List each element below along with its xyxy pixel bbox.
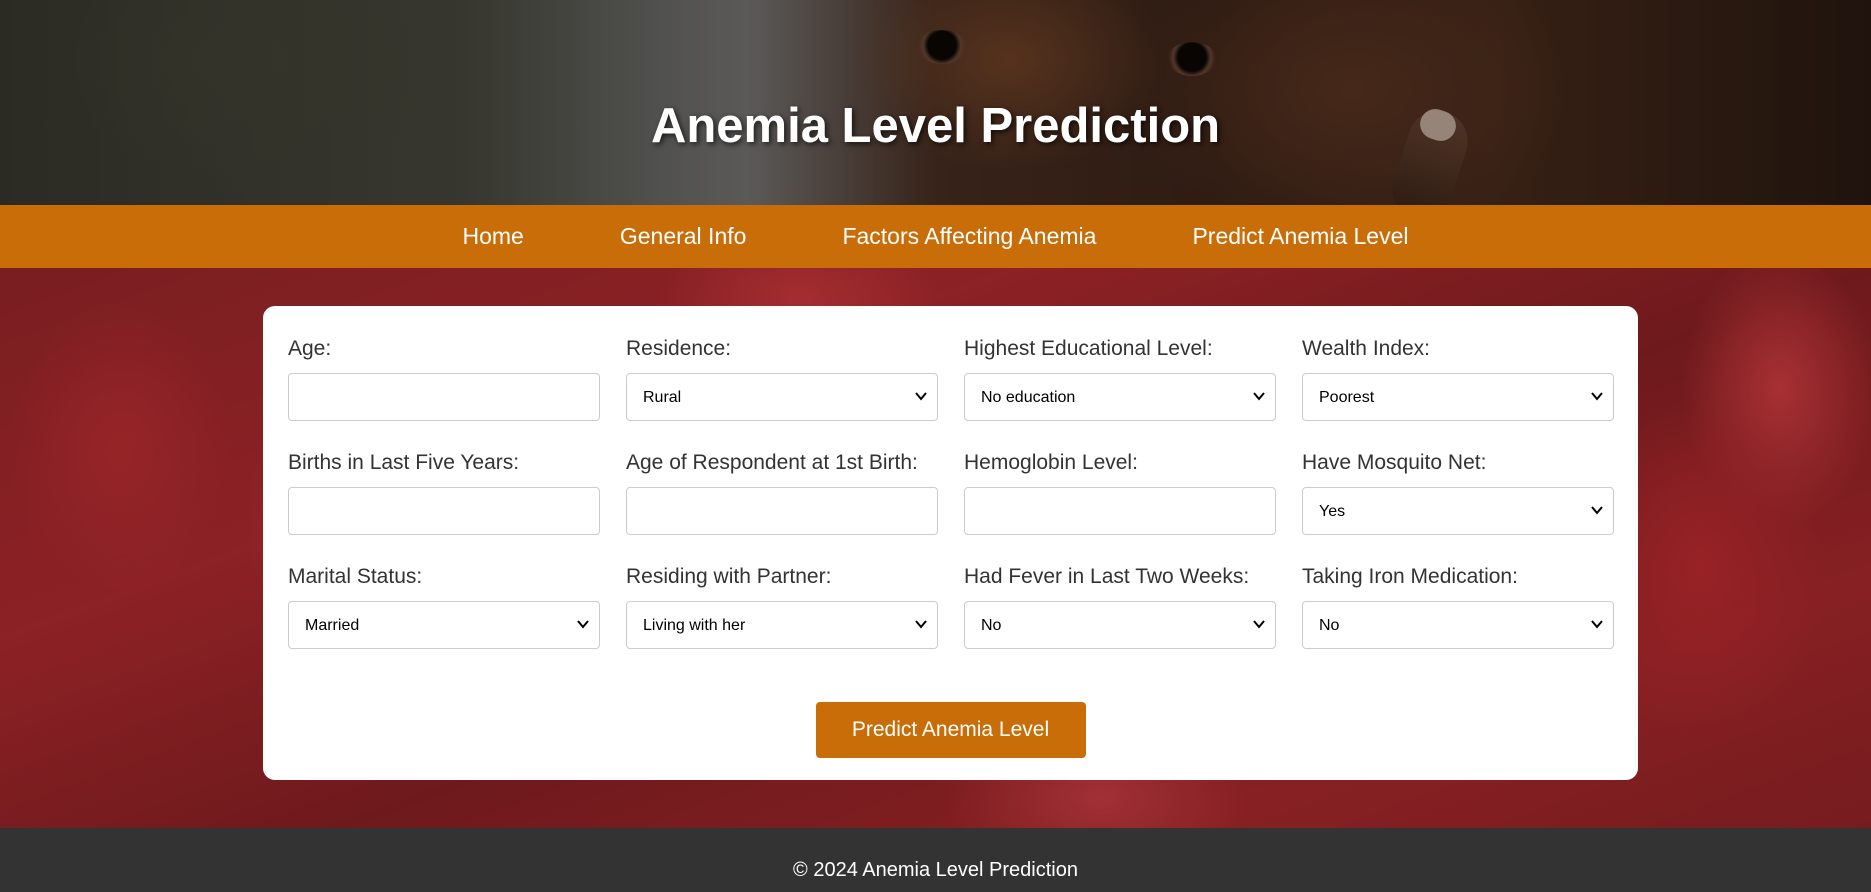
prediction-form: Age: Residence: Rural Highest Educationa…: [263, 306, 1638, 780]
education-select[interactable]: No education: [964, 373, 1276, 421]
field-education: Highest Educational Level: No education: [964, 331, 1276, 445]
age-first-birth-label: Age of Respondent at 1st Birth:: [626, 451, 918, 474]
field-age-first-birth: Age of Respondent at 1st Birth:: [626, 445, 938, 559]
marital-status-label: Marital Status:: [288, 565, 423, 588]
main-section: Age: Residence: Rural Highest Educationa…: [0, 268, 1871, 828]
nav-home[interactable]: Home: [414, 223, 571, 250]
field-residing-with-partner: Residing with Partner: Living with her: [626, 559, 938, 673]
residence-label: Residence:: [626, 337, 732, 360]
iron-medication-label: Taking Iron Medication:: [1302, 565, 1518, 588]
mosquito-net-select[interactable]: Yes: [1302, 487, 1614, 535]
age-input[interactable]: [288, 373, 600, 421]
nav-general-info[interactable]: General Info: [572, 223, 795, 250]
footer-copyright: © 2024 Anemia Level Prediction: [793, 859, 1078, 881]
hemoglobin-input[interactable]: [964, 487, 1276, 535]
field-hemoglobin: Hemoglobin Level:: [964, 445, 1276, 559]
footer: © 2024 Anemia Level Prediction: [0, 828, 1871, 892]
wealth-index-label: Wealth Index:: [1302, 337, 1431, 360]
field-births-last-five-years: Births in Last Five Years:: [288, 445, 600, 559]
residing-with-partner-select[interactable]: Living with her: [626, 601, 938, 649]
age-first-birth-input[interactable]: [626, 487, 938, 535]
fever-label: Had Fever in Last Two Weeks:: [964, 565, 1250, 588]
hero-banner: Anemia Level Prediction: [0, 0, 1871, 205]
residence-select[interactable]: Rural: [626, 373, 938, 421]
fever-select[interactable]: No: [964, 601, 1276, 649]
page-title: Anemia Level Prediction: [650, 99, 1221, 153]
field-marital-status: Marital Status: Married: [288, 559, 600, 673]
iron-medication-select[interactable]: No: [1302, 601, 1614, 649]
age-label: Age:: [288, 337, 332, 360]
field-wealth-index: Wealth Index: Poorest: [1302, 331, 1614, 445]
hemoglobin-label: Hemoglobin Level:: [964, 451, 1138, 474]
field-fever: Had Fever in Last Two Weeks: No: [964, 559, 1276, 673]
field-mosquito-net: Have Mosquito Net: Yes: [1302, 445, 1614, 559]
field-age: Age:: [288, 331, 600, 445]
births-label: Births in Last Five Years:: [288, 451, 520, 474]
nav-factors-affecting-anemia[interactable]: Factors Affecting Anemia: [794, 223, 1144, 250]
nav-predict-anemia-level[interactable]: Predict Anemia Level: [1144, 223, 1456, 250]
wealth-index-select[interactable]: Poorest: [1302, 373, 1614, 421]
main-nav: Home General Info Factors Affecting Anem…: [0, 205, 1871, 268]
education-label: Highest Educational Level:: [964, 337, 1213, 360]
marital-status-select[interactable]: Married: [288, 601, 600, 649]
field-iron-medication: Taking Iron Medication: No: [1302, 559, 1614, 673]
mosquito-net-label: Have Mosquito Net:: [1302, 451, 1487, 474]
births-input[interactable]: [288, 487, 600, 535]
predict-button[interactable]: Predict Anemia Level: [815, 702, 1086, 758]
field-residence: Residence: Rural: [626, 331, 938, 445]
residing-with-partner-label: Residing with Partner:: [626, 565, 832, 588]
